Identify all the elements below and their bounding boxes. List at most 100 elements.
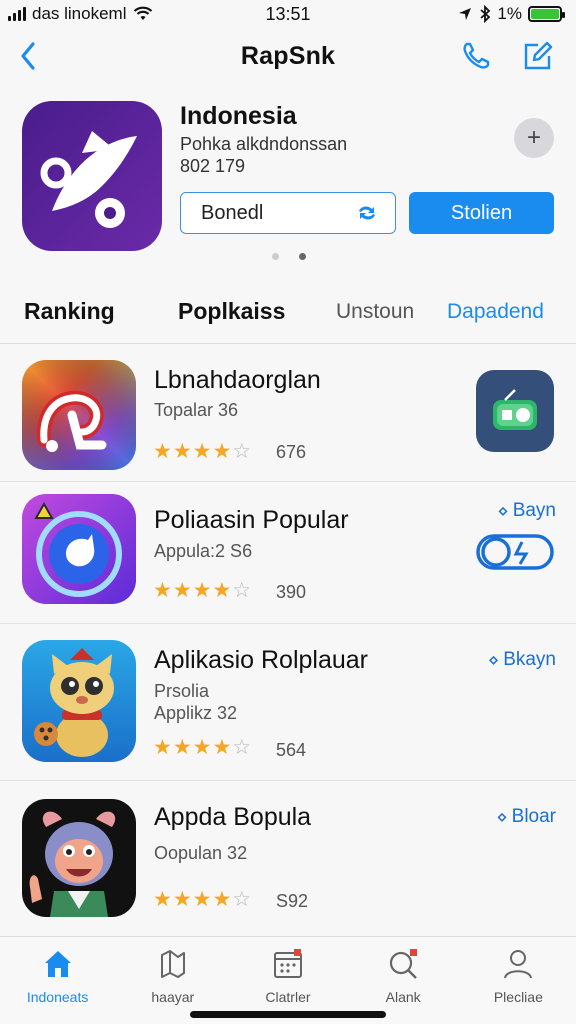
compose-icon <box>524 41 553 70</box>
app-action-button[interactable] <box>476 370 554 452</box>
star-full-icon: ★ <box>172 736 192 759</box>
star-full-icon: ★ <box>212 579 232 602</box>
list-item[interactable]: Aplikasio Rolplauar Prsolia Applikz 32 ★… <box>0 624 576 781</box>
status-right: 1% <box>457 4 565 24</box>
tab-popular[interactable]: Poplkaiss <box>178 298 285 325</box>
list-item[interactable]: Appda Bopula Oopulan 32 ★ ★ ★ ★ ☆ S92 ⋄ Bloa… <box>0 781 576 936</box>
toggle-icon[interactable] <box>476 532 556 572</box>
status-left: das linokeml <box>8 4 153 24</box>
tab-bar-label: Indoneats <box>26 989 89 1005</box>
back-button[interactable] <box>10 36 46 76</box>
download-icon: ⋄ <box>487 649 500 670</box>
app-title: Appda Bopula <box>154 803 312 831</box>
radio-icon <box>493 389 537 430</box>
app-subtitle: Oopulan 32 <box>154 843 248 863</box>
secondary-button-label: Bonedl <box>201 201 264 224</box>
wifi-icon <box>133 6 152 20</box>
app-icon <box>22 799 136 917</box>
featured-app-subtitle: Pohka alkdndonssan <box>180 134 348 154</box>
star-full-icon: ★ <box>172 579 192 602</box>
star-full-icon: ★ <box>172 888 192 911</box>
star-full-icon: ★ <box>212 736 232 759</box>
list-item[interactable]: Poliaasin Popular Appula:2 S6 ★ ★ ★ ★ ☆ 390 … <box>0 482 576 624</box>
star-full-icon: ★ <box>212 888 232 911</box>
secondary-button[interactable]: Bonedl <box>180 192 396 234</box>
tab-bar-label: Alank <box>385 989 421 1005</box>
page-indicator[interactable] <box>272 253 306 260</box>
battery-percent: 1% <box>497 4 522 23</box>
home-indicator[interactable] <box>190 1011 386 1018</box>
app-title: Lbnahdaorglan <box>154 366 321 394</box>
app-title: Poliaasin Popular <box>154 506 349 534</box>
tab-bar-item-profile[interactable]: Plecliae <box>461 937 576 1024</box>
status-bar: das linokeml 13:51 1% <box>0 0 576 28</box>
app-icon <box>22 360 136 470</box>
map-icon <box>160 950 185 978</box>
home-icon <box>44 951 71 977</box>
star-full-icon: ★ <box>192 888 212 911</box>
star-full-icon: ★ <box>192 736 212 759</box>
primary-button[interactable]: Stolien <box>409 192 554 234</box>
star-full-icon: ★ <box>212 440 232 463</box>
tab-third[interactable]: Unstoun <box>336 300 414 324</box>
featured-app: Indonesia Pohka alkdndonssan 802 179 + B… <box>0 98 576 278</box>
get-button-label: Bayn <box>512 500 556 521</box>
star-full-icon: ★ <box>153 736 172 759</box>
app-logo-icon <box>22 101 162 251</box>
star-full-icon: ★ <box>172 440 192 463</box>
star-empty-icon: ☆ <box>232 888 252 911</box>
page-dot[interactable] <box>272 253 279 260</box>
rating-count: 390 <box>276 582 307 602</box>
get-button[interactable]: ⋄ Bkayn <box>488 649 556 671</box>
star-full-icon: ★ <box>192 440 212 463</box>
primary-button-label: Stolien <box>450 201 513 224</box>
tab-bar-label: haayar <box>151 989 195 1005</box>
call-button[interactable] <box>458 38 494 74</box>
more-button[interactable]: + <box>514 118 554 158</box>
tab-bar-item-home[interactable]: Indoneats <box>0 937 115 1024</box>
star-full-icon: ★ <box>153 579 172 602</box>
more-label: + <box>526 124 541 151</box>
person-icon <box>504 950 533 979</box>
page-title: RapSnk <box>240 41 336 70</box>
list-item[interactable]: Lbnahdaorglan Topalar 36 ★ ★ ★ ★ ☆ 676 <box>0 344 576 482</box>
search-icon <box>390 949 418 979</box>
calendar-icon <box>273 949 302 978</box>
battery-icon <box>528 6 565 22</box>
carrier-label: das linokeml <box>32 4 127 23</box>
cat-app-icon <box>22 640 136 762</box>
tab-bar-label: Clatrler <box>265 989 311 1005</box>
battery-level <box>531 9 559 19</box>
get-button[interactable]: ⋄ Bayn <box>497 500 556 522</box>
app-icon <box>22 640 136 762</box>
tab-fourth[interactable]: Dapadend <box>447 300 544 324</box>
app-subtitle: Appula:2 S6 <box>154 541 253 561</box>
get-button-label: Bloar <box>511 806 556 827</box>
star-empty-icon: ☆ <box>232 440 252 463</box>
star-empty-icon: ☆ <box>232 736 252 759</box>
app-subtitle-2: Applikz 32 <box>154 703 238 723</box>
phone-icon <box>463 42 490 69</box>
tab-ranking[interactable]: Ranking <box>24 298 115 325</box>
featured-app-icon[interactable] <box>22 101 162 251</box>
download-icon: ⋄ <box>497 500 509 521</box>
rating-count: 676 <box>276 442 307 462</box>
star-empty-icon: ☆ <box>232 579 252 602</box>
signal-icon <box>8 7 26 21</box>
chevron-left-icon <box>21 42 35 70</box>
navigation-bar: RapSnk <box>0 28 576 84</box>
bluetooth-icon <box>480 5 491 23</box>
segment-tabs: Ranking Poplkaiss Unstoun Dapadend <box>0 290 576 344</box>
get-button[interactable]: ⋄ Bloar <box>496 806 556 828</box>
app-icon <box>22 494 136 604</box>
rating-count: S92 <box>276 891 309 911</box>
circle-app-icon <box>22 494 136 604</box>
featured-app-name: Indonesia <box>180 102 297 130</box>
page-dot-active[interactable] <box>299 253 306 260</box>
star-full-icon: ★ <box>153 440 172 463</box>
app-subtitle: Prsolia <box>154 681 210 701</box>
compose-button[interactable] <box>520 38 556 74</box>
featured-app-count: 802 179 <box>180 156 246 176</box>
swap-icon <box>359 206 375 220</box>
rating-stars: ★ ★ ★ ★ ☆ <box>153 889 251 910</box>
